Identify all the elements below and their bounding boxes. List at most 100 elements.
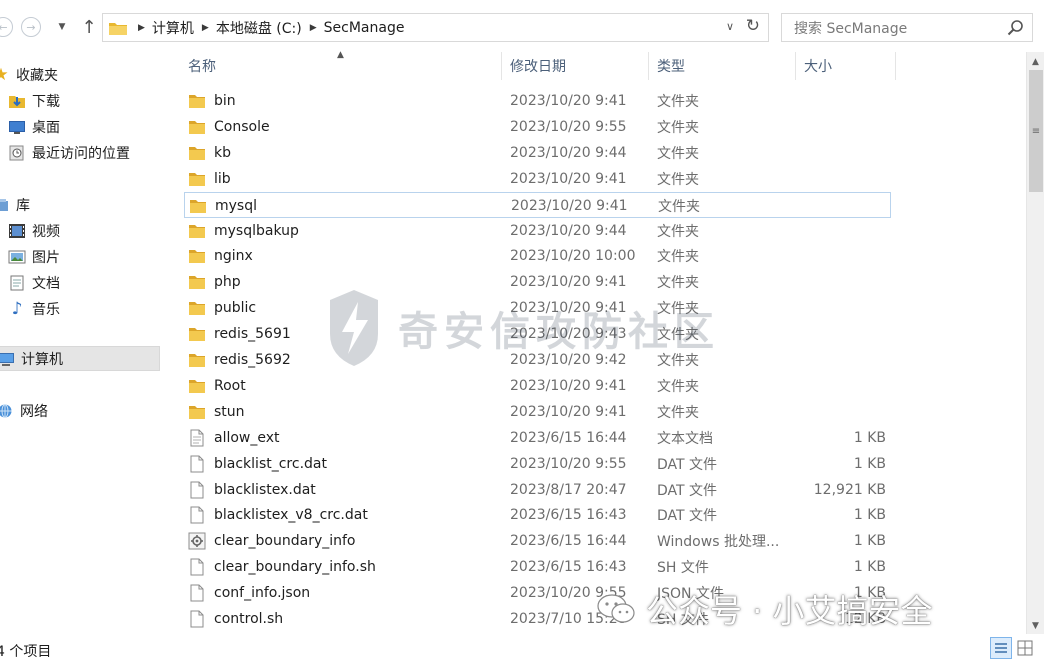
nav-item-videos[interactable]: 视频 [8,218,60,243]
batch-file-icon [188,528,206,554]
search-icon[interactable] [1006,19,1024,37]
nav-item-downloads[interactable]: 下载 [8,88,60,113]
file-row[interactable]: mysql 2023/10/20 9:41 文件夹 [184,191,891,219]
file-type: 文件夹 [657,327,699,344]
file-icon [188,606,206,632]
column-header-name[interactable]: 名称 [180,52,502,80]
details-view-button[interactable] [990,637,1012,659]
back-button[interactable]: ← [0,12,15,42]
file-row[interactable]: control.sh 2023/7/10 15:28 SH 文件 12 KB [184,606,891,632]
file-date: 2023/10/20 9:41 [510,403,627,420]
file-date: 2023/10/20 9:44 [510,144,627,161]
column-header-type[interactable]: 类型 [649,52,796,80]
nav-item-recent[interactable]: 最近访问的位置 [8,140,130,165]
nav-item-computer[interactable]: 计算机 [0,346,160,371]
grip-icon: ≡ [1031,125,1041,137]
breadcrumb-local-disk[interactable]: 本地磁盘 (C:) [216,18,302,38]
file-row[interactable]: blacklistex.dat 2023/8/17 20:47 DAT 文件 12,9… [184,477,891,503]
nav-item-music[interactable]: ♪ 音乐 [8,296,60,321]
file-name: redis_5692 [214,352,291,368]
file-name: mysqlbakup [214,222,299,239]
file-name: blacklistex.dat [214,481,316,498]
file-name: lib [214,170,231,187]
file-row[interactable]: nginx 2023/10/20 10:00 文件夹 [184,243,891,269]
file-row[interactable]: lib 2023/10/20 9:41 文件夹 [184,166,891,192]
breadcrumb-computer[interactable]: 计算机 [152,18,194,38]
file-row[interactable]: public 2023/10/20 9:41 文件夹 [184,295,891,321]
folder-icon [188,140,206,166]
download-folder-icon [8,93,26,109]
search-input[interactable]: 搜索 SecManage [781,13,1033,42]
file-row[interactable]: blacklistex_v8_crc.dat 2023/6/15 16:43 DAT… [184,502,891,528]
recent-locations-button[interactable]: ▼ [50,12,74,42]
file-row[interactable]: stun 2023/10/20 9:41 文件夹 [184,399,891,425]
file-row[interactable]: clear_boundary_info 2023/6/15 16:44 Window… [184,528,891,554]
file-row[interactable]: allow_ext 2023/6/15 16:44 文本文档 1 KB [184,425,891,451]
text-file-icon [188,425,206,451]
nav-item-network[interactable]: 网络 [0,398,48,423]
folder-icon [188,295,206,321]
vertical-scrollbar[interactable]: ▲ ≡ ▼ [1026,52,1044,634]
file-type: 文本文档 [657,430,713,447]
up-button[interactable]: ↑ [77,12,101,42]
address-bar[interactable]: ▶ 计算机 ▶ 本地磁盘 (C:) ▶ SecManage ∨ ↻ [102,13,769,42]
file-row[interactable]: redis_5691 2023/10/20 9:43 文件夹 [184,321,891,347]
nav-item-label: 库 [16,197,30,214]
file-row[interactable]: blacklist_crc.dat 2023/10/20 9:55 DAT 文件 1 … [184,451,891,477]
nav-item-label: 最近访问的位置 [32,145,130,162]
breadcrumb-separator-icon[interactable]: ▶ [138,23,145,33]
breadcrumb-separator-icon[interactable]: ▶ [310,23,317,33]
file-row[interactable]: Root 2023/10/20 9:41 文件夹 [184,373,891,399]
file-date: 2023/8/17 20:47 [510,481,627,498]
folder-icon [188,269,206,295]
file-row[interactable]: kb 2023/10/20 9:44 文件夹 [184,140,891,166]
file-type: 文件夹 [658,198,700,215]
nav-item-desktop[interactable]: 桌面 [8,114,60,139]
file-size [745,193,887,219]
status-bar: 4 个项目 [0,636,1044,661]
file-row[interactable]: php 2023/10/20 9:41 文件夹 [184,269,891,295]
file-row[interactable]: mysqlbakup 2023/10/20 9:44 文件夹 [184,218,891,244]
address-dropdown-icon[interactable]: ∨ [726,20,734,33]
file-name: control.sh [214,611,284,627]
file-row[interactable]: redis_5692 2023/10/20 9:42 文件夹 [184,347,891,373]
file-size [744,399,886,425]
file-name: php [214,274,241,291]
folder-icon [188,114,206,140]
nav-item-libraries[interactable]: 库 [0,192,30,217]
column-header-label: 修改日期 [510,59,566,75]
scroll-down-icon[interactable]: ▼ [1027,618,1044,634]
refresh-icon[interactable]: ↻ [746,16,760,36]
file-size: 1 KB [853,507,886,524]
details-view-icon [995,643,1007,653]
file-date: 2023/10/20 9:43 [510,326,627,343]
nav-item-documents[interactable]: 文档 [8,270,60,295]
breadcrumb-separator-icon[interactable]: ▶ [202,23,209,33]
forward-button[interactable]: → [19,12,43,42]
file-row[interactable]: bin 2023/10/20 9:41 文件夹 [184,89,891,114]
scroll-up-icon[interactable]: ▲ [1027,54,1044,70]
file-row[interactable]: Console 2023/10/20 9:55 文件夹 [184,114,891,140]
nav-item-label: 桌面 [32,119,60,136]
file-name: clear_boundary_info [214,533,356,550]
file-date: 2023/10/20 9:55 [510,585,627,602]
breadcrumb-secmanage[interactable]: SecManage [324,20,405,36]
column-header-date[interactable]: 修改日期 [502,52,649,80]
file-name: redis_5691 [214,326,291,343]
large-icons-view-button[interactable] [1014,637,1036,659]
file-size [744,373,886,399]
file-type: DAT 文件 [657,456,718,473]
nav-item-favorites[interactable]: ★ 收藏夹 [0,62,58,87]
file-icon [188,451,206,477]
folder-icon [188,399,206,425]
file-row[interactable]: clear_boundary_info.sh 2023/6/15 16:43 SH … [184,554,891,580]
file-size [744,89,886,114]
scroll-thumb[interactable]: ≡ [1029,70,1043,192]
file-type: 文件夹 [657,94,699,110]
nav-item-pictures[interactable]: 图片 [8,244,60,269]
file-row[interactable]: conf_info.json 2023/10/20 9:55 JSON 文件 1 KB [184,580,891,606]
column-header-size[interactable]: 大小 [796,52,896,80]
file-date: 2023/6/15 16:44 [510,533,627,550]
file-type: 文件夹 [657,171,699,188]
file-size [744,114,886,140]
